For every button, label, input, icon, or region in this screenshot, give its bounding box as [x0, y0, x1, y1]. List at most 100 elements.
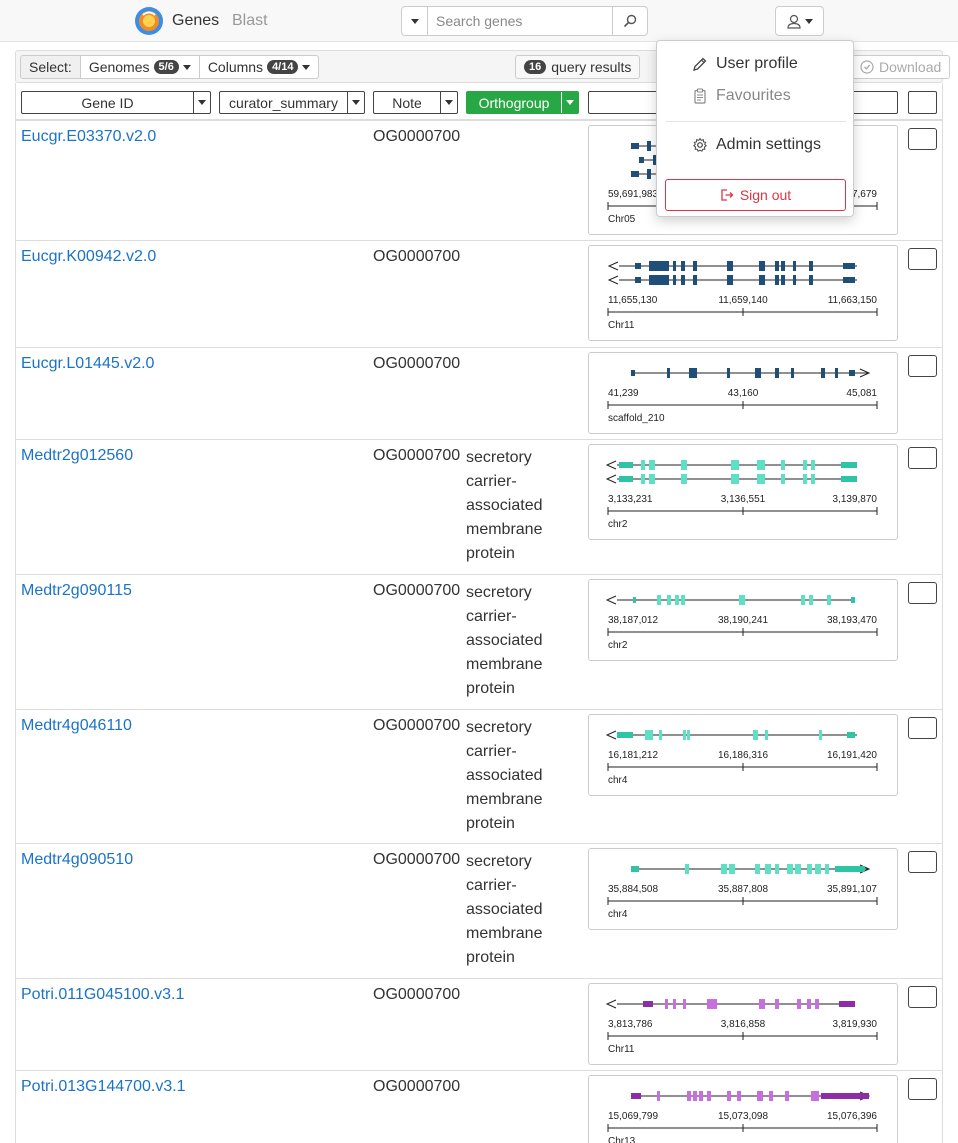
- download-button[interactable]: Download: [851, 55, 951, 79]
- gene-model-viewer[interactable]: 35,884,508 35,887,808 35,891,107 chr4: [588, 848, 898, 930]
- select-all-checkbox[interactable]: [908, 91, 937, 114]
- gene-model-viewer[interactable]: 38,187,012 38,190,241 38,193,470 chr2: [588, 579, 898, 661]
- chromosome-label: Chr05: [608, 214, 636, 225]
- row-select-checkbox[interactable]: [908, 447, 937, 469]
- orthogroup-value: OG0000700: [373, 355, 461, 372]
- row-select-checkbox[interactable]: [908, 986, 937, 1008]
- sign-out-button[interactable]: Sign out: [665, 179, 846, 211]
- exon-block: [731, 474, 739, 484]
- exon-block: [727, 368, 730, 378]
- gene-id-link[interactable]: Potri.011G045100.v3.1: [21, 986, 184, 1004]
- exon-block: [781, 474, 785, 484]
- chromosome-label: Chr11: [608, 320, 635, 331]
- strand-arrow-icon: [605, 460, 617, 470]
- gene-id-link[interactable]: Medtr4g090510: [21, 851, 133, 869]
- exon-block: [775, 368, 779, 378]
- end-coordinate-label: 3,819,930: [833, 1019, 878, 1030]
- gene-id-link[interactable]: Medtr4g046110: [21, 717, 132, 735]
- user-profile-menu-item[interactable]: User profile: [692, 55, 798, 73]
- chromosome-label: chr4: [608, 775, 628, 786]
- strand-arrow-icon: [605, 595, 617, 605]
- row-select-checkbox[interactable]: [908, 128, 937, 150]
- exon-block: [775, 864, 779, 874]
- caret-down-icon: [198, 100, 206, 105]
- exon-block: [631, 143, 639, 149]
- nav-blast-link[interactable]: Blast: [232, 12, 268, 30]
- search-options-dropdown[interactable]: [401, 6, 428, 36]
- gene-model-viewer[interactable]: 15,069,799 15,073,098 15,076,396 Chr13: [588, 1075, 898, 1143]
- strand-arrow-icon: [605, 474, 617, 484]
- favourites-menu-item[interactable]: Favourites: [692, 87, 791, 105]
- user-dropdown-menu: User profile Favourites Admin settings S…: [656, 40, 854, 217]
- exon-block: [681, 261, 685, 271]
- gene-id-link[interactable]: Eucgr.E03370.v2.0: [21, 128, 156, 146]
- exon-block: [781, 275, 785, 285]
- row-select-checkbox[interactable]: [908, 851, 937, 873]
- exon-block: [775, 999, 779, 1009]
- table-row: Medtr2g012560 OG0000700 secretory carrier-…: [15, 440, 943, 575]
- orthogroup-column-select[interactable]: Orthogroup: [466, 91, 579, 114]
- select-label: Select:: [20, 55, 81, 79]
- row-select-checkbox[interactable]: [908, 717, 937, 739]
- row-select-checkbox[interactable]: [908, 1078, 937, 1100]
- exon-block: [647, 141, 651, 151]
- exon-block: [759, 999, 765, 1009]
- exon-block: [649, 474, 655, 484]
- exon-block: [757, 474, 765, 484]
- gene-id-link[interactable]: Medtr2g012560: [21, 447, 133, 465]
- end-coordinate-label: 38,193,470: [827, 615, 877, 626]
- row-select-checkbox[interactable]: [908, 582, 937, 604]
- mid-coordinate-label: 3,136,551: [721, 494, 766, 505]
- exon-block: [659, 730, 662, 740]
- exon-block: [729, 864, 735, 874]
- exon-block: [641, 460, 645, 470]
- curator-summary-column-select[interactable]: curator_summary: [219, 91, 365, 114]
- exon-block: [631, 370, 635, 376]
- exon-block: [635, 263, 641, 269]
- user-menu-button[interactable]: [775, 6, 824, 36]
- gene-model-svg: 15,069,799 15,073,098 15,076,396 Chr13: [607, 1091, 878, 1143]
- exon-block: [835, 368, 838, 378]
- gene-id-column-select[interactable]: Gene ID: [21, 91, 211, 114]
- columns-dropdown-button[interactable]: Columns 4/14: [199, 55, 320, 79]
- exon-block: [821, 368, 825, 378]
- gene-id-link[interactable]: Potri.013G144700.v3.1: [21, 1078, 186, 1096]
- gene-model-viewer[interactable]: 41,239 43,160 45,081 scaffold_210: [588, 352, 898, 434]
- exon-block: [667, 595, 671, 605]
- search-input[interactable]: [428, 6, 612, 36]
- note-column-select[interactable]: Note: [373, 91, 458, 114]
- gene-model-viewer[interactable]: 16,181,212 16,186,316 16,191,420 chr4: [588, 714, 898, 796]
- chromosome-label: chr4: [608, 909, 628, 920]
- exon-block: [841, 462, 857, 468]
- genomes-dropdown-button[interactable]: Genomes 5/6: [80, 55, 200, 79]
- gene-model-viewer[interactable]: 3,813,786 3,816,858 3,819,930 Chr11: [588, 983, 898, 1065]
- exon-block: [753, 730, 758, 740]
- nav-genes-link[interactable]: Genes: [172, 12, 219, 30]
- exon-block: [755, 864, 760, 874]
- exon-block: [809, 275, 813, 285]
- exon-block: [689, 368, 697, 378]
- end-coordinate-label: 11,663,150: [828, 295, 878, 306]
- strand-arrow-icon: [605, 999, 617, 1009]
- end-coordinate-label: 35,891,107: [827, 884, 877, 895]
- exon-block: [851, 597, 855, 603]
- row-select-checkbox[interactable]: [908, 355, 937, 377]
- exon-block: [839, 1001, 855, 1007]
- gene-id-link[interactable]: Medtr2g090115: [21, 582, 132, 600]
- chromosome-label: chr2: [608, 519, 628, 530]
- start-coordinate-label: 41,239: [608, 388, 639, 399]
- exon-block: [631, 171, 639, 177]
- gene-model-viewer[interactable]: 3,133,231 3,136,551 3,139,870 chr2: [588, 444, 898, 540]
- caret-down-icon: [352, 100, 360, 105]
- search-button[interactable]: [612, 6, 648, 36]
- gene-model-viewer[interactable]: 11,655,130 11,659,140 11,663,150 Chr11: [588, 245, 898, 341]
- note-value: secretory carrier-associated membrane pr…: [466, 584, 543, 697]
- gene-model-svg: 3,813,786 3,816,858 3,819,930 Chr11: [605, 999, 878, 1055]
- gene-id-link[interactable]: Eucgr.L01445.v2.0: [21, 355, 154, 373]
- row-select-checkbox[interactable]: [908, 248, 937, 270]
- caret-down-icon: [182, 64, 191, 70]
- admin-settings-menu-item[interactable]: Admin settings: [692, 136, 821, 154]
- app-logo-icon[interactable]: [134, 6, 164, 36]
- gene-id-link[interactable]: Eucgr.K00942.v2.0: [21, 248, 156, 266]
- exon-block: [721, 864, 727, 874]
